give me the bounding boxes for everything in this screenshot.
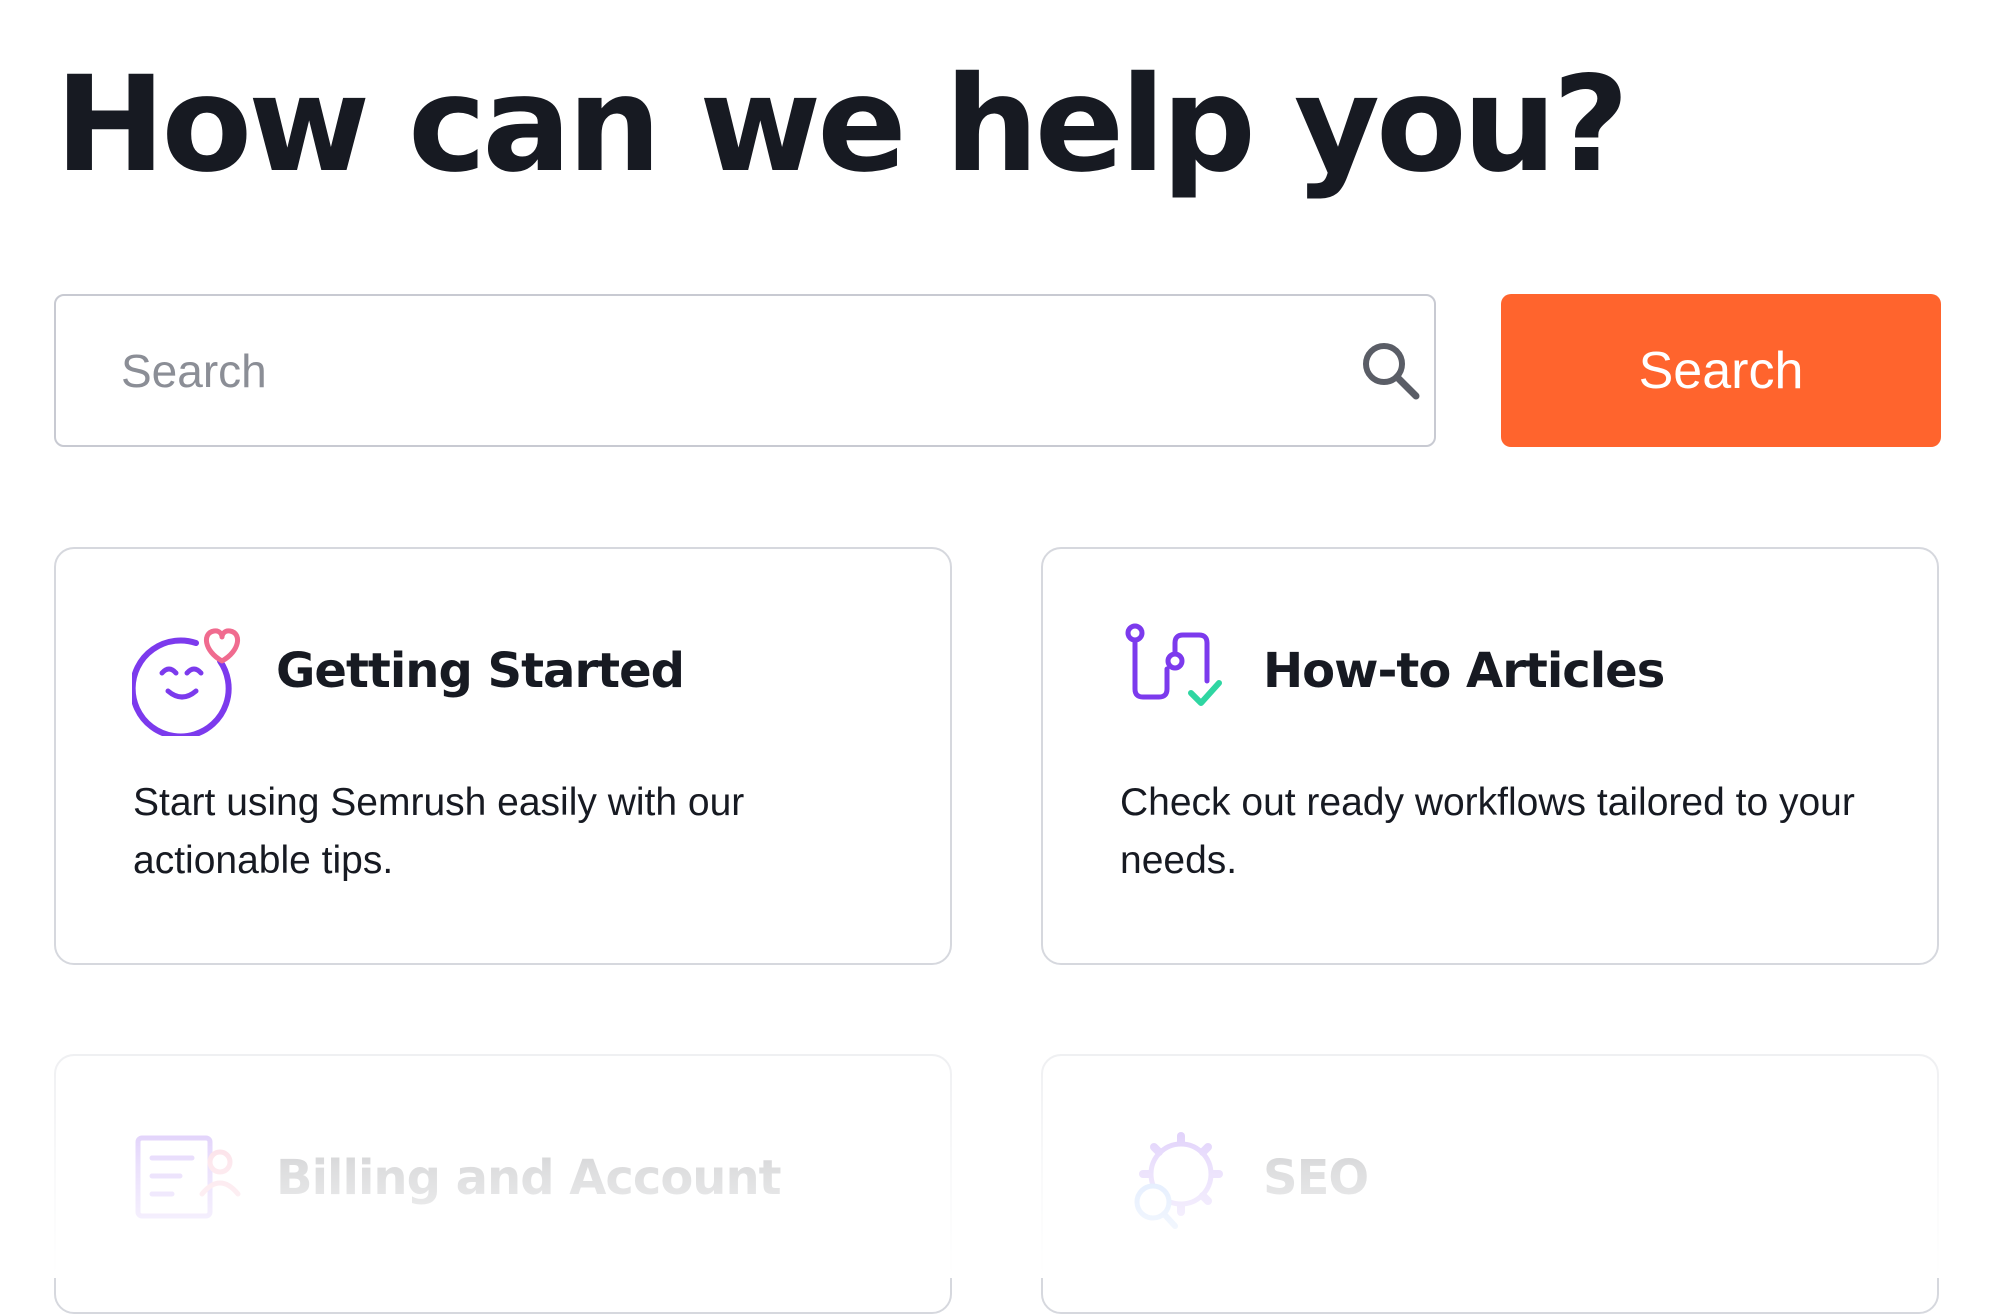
card-billing-and-account[interactable]: Billing and Account xyxy=(54,1054,952,1314)
card-title: How-to Articles xyxy=(1263,643,1665,699)
page-title: How can we help you? xyxy=(55,48,1629,202)
smiley-heart-icon xyxy=(132,628,240,736)
seo-gear-icon xyxy=(1134,1132,1223,1229)
card-description: Check out ready workflows tailored to yo… xyxy=(1120,781,1855,882)
card-title: Getting Started xyxy=(276,643,685,699)
workflow-icon xyxy=(1125,623,1222,706)
card-title: SEO xyxy=(1263,1150,1369,1206)
search-button[interactable]: Search xyxy=(1501,294,1941,447)
card-getting-started[interactable]: Getting Started Start using Semrush easi… xyxy=(54,547,952,965)
billing-icon xyxy=(135,1135,241,1219)
card-seo[interactable]: SEO xyxy=(1041,1054,1939,1314)
search-icon[interactable] xyxy=(1356,336,1426,406)
search-box xyxy=(54,294,1436,447)
card-title: Billing and Account xyxy=(276,1150,782,1206)
search-input[interactable] xyxy=(121,298,1301,443)
card-how-to-articles[interactable]: How-to Articles Check out ready workflow… xyxy=(1041,547,1939,965)
card-description: Start using Semrush easily with our acti… xyxy=(133,781,745,882)
